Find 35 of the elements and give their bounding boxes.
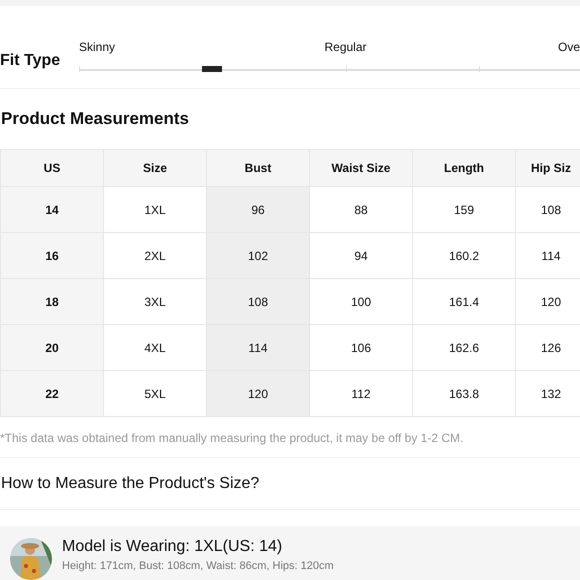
scale-label: Regular xyxy=(324,40,367,54)
table-cell: 96 xyxy=(206,186,310,232)
table-cell: 120 xyxy=(206,370,310,416)
table-cell: 112 xyxy=(310,370,412,416)
table-cell: 159 xyxy=(412,186,516,232)
model-stats: Height: 171cm, Bust: 108cm, Waist: 86cm, Hips: 120cm xyxy=(62,560,334,572)
table-cell: 18 xyxy=(0,278,104,324)
column-header: Hip Siz xyxy=(516,150,580,186)
column-header: US xyxy=(0,150,104,186)
table-cell: 88 xyxy=(310,186,412,232)
column-header: Waist Size xyxy=(310,150,412,186)
section-title: How to Measure the Product's Size? xyxy=(0,458,580,510)
table-cell: 22 xyxy=(0,370,104,416)
column-header: Size xyxy=(104,150,206,186)
table-cell: 108 xyxy=(206,278,310,324)
table-cell: 100 xyxy=(310,278,412,324)
scale-label: Skinny xyxy=(79,40,116,54)
table-cell: 161.4 xyxy=(412,278,516,324)
table-cell: 106 xyxy=(310,324,412,370)
table-cell: 16 xyxy=(0,232,104,278)
table-cell: 162.6 xyxy=(412,324,516,370)
table-cell: 14 xyxy=(0,186,104,232)
footnote: *This data was obtained from manually measuring the product, it may be off by 1-2 CM. xyxy=(0,417,580,458)
table-cell: 114 xyxy=(206,324,310,370)
column-header: Length xyxy=(412,150,516,186)
table-cell: 163.8 xyxy=(412,370,516,416)
table-cell: 20 xyxy=(0,324,104,370)
table-cell: 102 xyxy=(206,232,310,278)
column-header: Bust xyxy=(206,150,310,186)
table-cell: 160.2 xyxy=(412,232,516,278)
section-title: Product Measurements xyxy=(0,108,190,129)
scale-label: Ove xyxy=(558,40,580,54)
model-size: Model is Wearing: 1XL(US: 14) xyxy=(62,538,284,556)
table-cell: 94 xyxy=(310,232,412,278)
fit-type-label: Fit Type xyxy=(0,52,62,71)
